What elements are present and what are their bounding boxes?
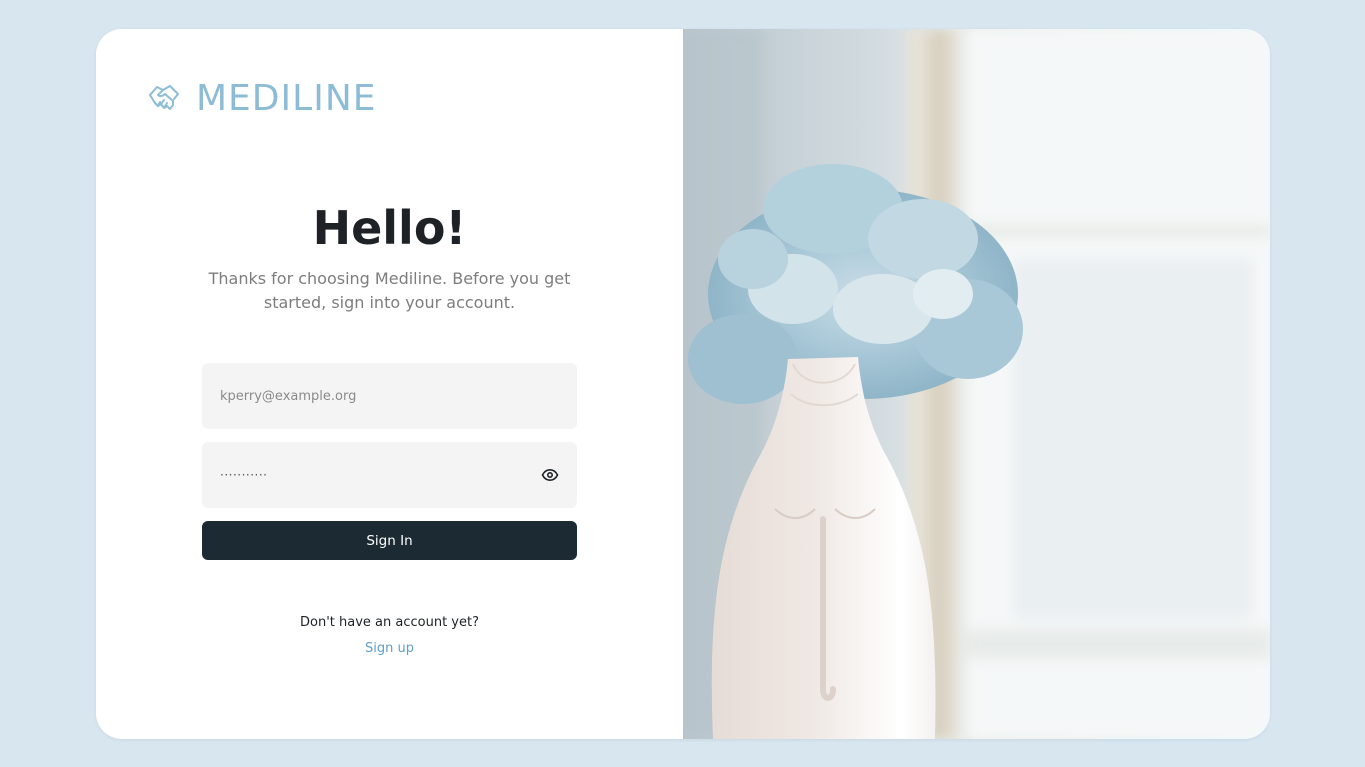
brand-name: MEDILINE: [196, 78, 377, 119]
page-title: Hello!: [312, 201, 467, 255]
email-field[interactable]: [202, 363, 577, 429]
no-account-text: Don't have an account yet?: [300, 615, 479, 630]
vase-with-hydrangeas-photo: [683, 29, 1270, 739]
email-input[interactable]: [220, 363, 520, 429]
eye-icon[interactable]: [541, 467, 559, 483]
sign-up-link[interactable]: Sign up: [96, 641, 683, 656]
brand-logo: MEDILINE: [146, 79, 377, 119]
page-subtitle: Thanks for choosing Mediline. Before you…: [208, 269, 571, 312]
sign-in-button[interactable]: Sign In: [202, 521, 577, 560]
password-field[interactable]: ···········: [202, 442, 577, 508]
login-card: MEDILINE Hello! Thanks for choosing Medi…: [96, 29, 1270, 739]
handshake-icon: [149, 85, 179, 110]
password-input[interactable]: ···········: [220, 442, 267, 508]
login-panel: MEDILINE Hello! Thanks for choosing Medi…: [96, 29, 683, 739]
hero-image: [683, 29, 1270, 739]
